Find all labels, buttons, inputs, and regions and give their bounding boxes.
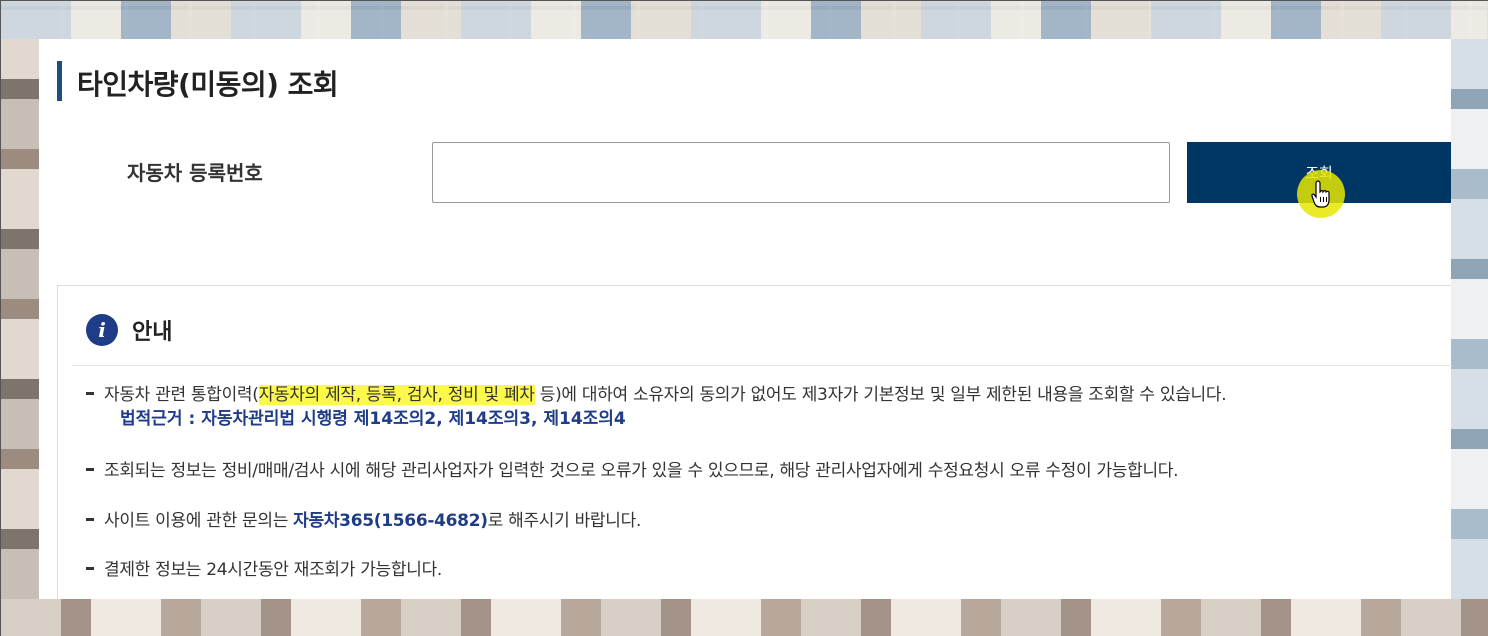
- dash-icon: [86, 391, 94, 395]
- notice-item-3: 사이트 이용에 관한 문의는 자동차365(1566-4682)로 해주시기 바…: [86, 506, 641, 531]
- notice-item-1: 자동차 관련 통합이력(자동차의 제작, 등록, 검사, 정비 및 폐차 등)에…: [86, 380, 1227, 405]
- background-bottom: [1, 599, 1488, 636]
- dash-icon: [86, 467, 94, 471]
- legal-basis: 법적근거 : 자동차관리법 시행령 제14조의2, 제14조의3, 제14조의4: [120, 409, 626, 429]
- background-left: [1, 39, 39, 599]
- notice-item-4: 결제한 정보는 24시간동안 재조회가 가능합니다.: [86, 555, 442, 580]
- info-box: i 안내 자동차 관련 통합이력(자동차의 제작, 등록, 검사, 정비 및 폐…: [57, 285, 1452, 599]
- dash-icon: [86, 566, 94, 570]
- info-title: 안내: [132, 320, 173, 345]
- hand-cursor-icon: [1311, 180, 1330, 208]
- content-panel: 타인차량(미동의) 조회 자동차 등록번호 조회 i 안내 자동차 관련 통합이…: [39, 39, 1452, 599]
- notice-item-2: 조회되는 정보는 정비/매매/검사 시에 해당 관리사업자가 입력한 것으로 오…: [86, 456, 1179, 481]
- background-top: [1, 1, 1488, 39]
- plate-number-input[interactable]: [432, 142, 1170, 203]
- contact-info: 자동차365(1566-4682): [293, 511, 488, 531]
- highlighted-text: 자동차의 제작, 등록, 검사, 정비 및 폐차: [258, 385, 535, 405]
- dash-icon: [86, 517, 94, 521]
- info-header: i 안내: [72, 286, 1452, 366]
- background-right: [1451, 39, 1488, 599]
- page-title: 타인차량(미동의) 조회: [77, 68, 339, 101]
- info-icon: i: [86, 314, 118, 346]
- title-accent-bar: [57, 61, 62, 101]
- plate-number-label: 자동차 등록번호: [127, 161, 263, 185]
